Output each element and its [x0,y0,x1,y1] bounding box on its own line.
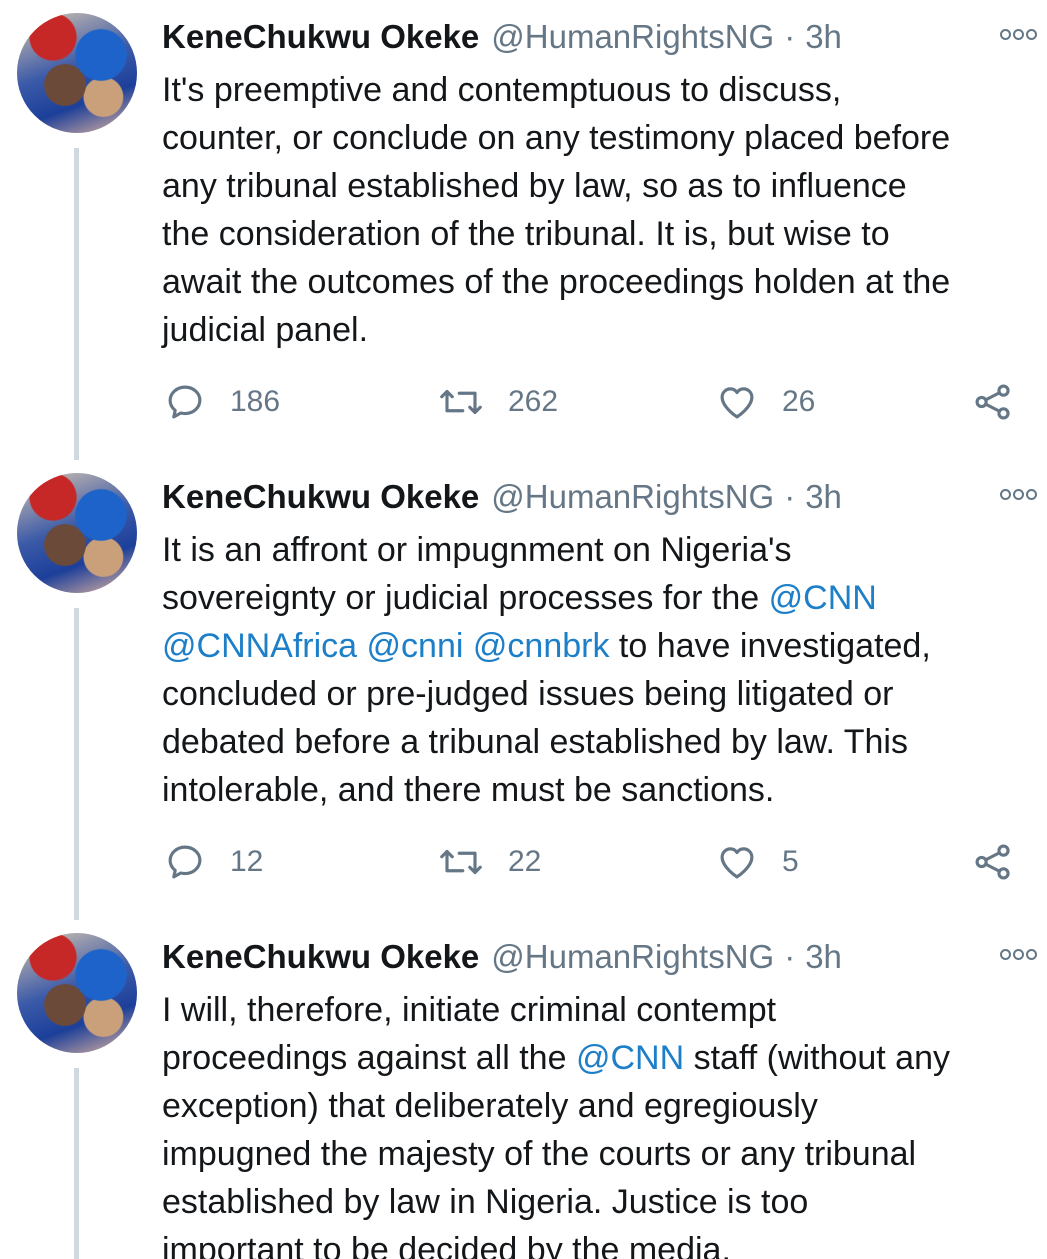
tweet-text-line: await the outcomes of the proceedings ho… [162,258,1032,306]
mention-link[interactable]: @cnnbrk [473,627,610,665]
share-icon [972,841,1014,883]
text-segment: impugned the majesty of the courts or an… [162,1135,917,1173]
heart-icon [716,841,758,883]
tweet-text-line: intolerable, and there must be sanctions… [162,766,1032,814]
text-segment: counter, or conclude on any testimony pl… [162,119,951,157]
more-options-icon[interactable] [1000,489,1037,500]
text-segment: judicial panel. [162,311,369,349]
share-button[interactable] [972,840,1014,884]
avatar[interactable] [17,933,137,1053]
tweet-text-line: It's preemptive and contemptuous to disc… [162,66,1032,114]
tweet-thread: KeneChukwu Okeke @HumanRightsNG · 3h It'… [0,0,1047,1259]
tweet-text-line: established by law in Nigeria. Justice i… [162,1178,1032,1226]
tweet-1[interactable]: KeneChukwu Okeke @HumanRightsNG · 3h It'… [0,0,1047,460]
thread-connector-line [74,1068,79,1259]
mention-link[interactable]: @CNN [576,1039,684,1077]
author-name[interactable]: KeneChukwu Okeke [162,18,479,56]
more-options-icon[interactable] [1000,29,1037,40]
text-segment: I will, therefore, initiate criminal con… [162,991,777,1029]
author-handle[interactable]: @HumanRightsNG [491,18,774,56]
avatar[interactable] [17,13,137,133]
tweet-text-line: concluded or pre-judged issues being lit… [162,670,1032,718]
avatar[interactable] [17,473,137,593]
retweet-button[interactable]: 262 [438,380,558,424]
text-segment: any tribunal established by law, so as t… [162,167,907,205]
heart-icon [716,381,758,423]
tweet-text-line: @CNNAfrica @cnni @cnnbrk to have investi… [162,622,1032,670]
text-segment: It's preemptive and contemptuous to disc… [162,71,842,109]
tweet-text-line: any tribunal established by law, so as t… [162,162,1032,210]
reply-button[interactable]: 12 [164,840,263,884]
text-segment [357,627,366,665]
text-segment: to have investigated, [609,627,931,665]
tweet-text-line: sovereignty or judicial processes for th… [162,574,1032,622]
text-segment: await the outcomes of the proceedings ho… [162,263,951,301]
tweet-time[interactable]: 3h [805,478,842,516]
separator-dot: · [784,18,796,55]
text-segment: intolerable, and there must be sanctions… [162,771,775,809]
tweet-actions: 186 262 26 [160,380,1030,424]
tweet-3[interactable]: KeneChukwu Okeke @HumanRightsNG · 3h I w… [0,920,1047,1259]
text-segment: the consideration of the tribunal. It is… [162,215,890,253]
share-icon [972,381,1014,423]
tweet-text-line: exception) that deliberately and egregio… [162,1082,1032,1130]
tweet-header: KeneChukwu Okeke @HumanRightsNG · 3h [162,477,1027,517]
reply-icon [164,841,206,883]
mention-link[interactable]: @CNN [769,579,877,617]
text-segment: sovereignty or judicial processes for th… [162,579,769,617]
text-segment [463,627,472,665]
tweet-text-line: the consideration of the tribunal. It is… [162,210,1032,258]
tweet-text-line: judicial panel. [162,306,1032,354]
more-options-icon[interactable] [1000,949,1037,960]
tweet-header: KeneChukwu Okeke @HumanRightsNG · 3h [162,17,1027,57]
tweet-text: It's preemptive and contemptuous to disc… [162,66,1032,354]
tweet-text: I will, therefore, initiate criminal con… [162,986,1032,1259]
thread-connector-line [74,608,79,920]
tweet-text-line: proceedings against all the @CNN staff (… [162,1034,1032,1082]
tweet-time[interactable]: 3h [805,18,842,56]
tweet-header: KeneChukwu Okeke @HumanRightsNG · 3h [162,937,1027,977]
author-handle[interactable]: @HumanRightsNG [491,478,774,516]
retweet-button[interactable]: 22 [438,840,541,884]
tweet-text-line: It is an affront or impugnment on Nigeri… [162,526,1032,574]
tweet-text-line: counter, or conclude on any testimony pl… [162,114,1032,162]
text-segment: debated before a tribunal established by… [162,723,908,761]
share-button[interactable] [972,380,1014,424]
like-button[interactable]: 5 [716,840,799,884]
mention-link[interactable]: @cnni [367,627,464,665]
reply-icon [164,381,206,423]
reply-count: 12 [230,845,264,878]
tweet-text-line: important to be decided by the media. [162,1226,1032,1259]
reply-count: 186 [230,385,281,418]
author-name[interactable]: KeneChukwu Okeke [162,938,479,976]
like-count: 5 [782,845,799,878]
tweet-text-line: impugned the majesty of the courts or an… [162,1130,1032,1178]
text-segment: exception) that deliberately and egregio… [162,1087,818,1125]
text-segment: important to be decided by the media. [162,1231,731,1259]
text-segment: proceedings against all the [162,1039,576,1077]
retweet-count: 22 [508,845,542,878]
tweet-text: It is an affront or impugnment on Nigeri… [162,526,1032,814]
separator-dot: · [784,478,796,515]
tweet-actions: 12 22 5 [160,840,1030,884]
text-segment: concluded or pre-judged issues being lit… [162,675,894,713]
like-button[interactable]: 26 [716,380,815,424]
reply-button[interactable]: 186 [164,380,280,424]
like-count: 26 [782,385,816,418]
author-name[interactable]: KeneChukwu Okeke [162,478,479,516]
text-segment: It is an affront or impugnment on Nigeri… [162,531,792,569]
text-segment: established by law in Nigeria. Justice i… [162,1183,809,1221]
text-segment: staff (without any [684,1039,950,1077]
retweet-count: 262 [508,385,559,418]
thread-connector-line [74,148,79,460]
tweet-text-line: I will, therefore, initiate criminal con… [162,986,1032,1034]
retweet-icon [438,381,484,423]
tweet-time[interactable]: 3h [805,938,842,976]
mention-link[interactable]: @CNNAfrica [162,627,357,665]
retweet-icon [438,841,484,883]
author-handle[interactable]: @HumanRightsNG [491,938,774,976]
tweet-text-line: debated before a tribunal established by… [162,718,1032,766]
tweet-2[interactable]: KeneChukwu Okeke @HumanRightsNG · 3h It … [0,460,1047,920]
separator-dot: · [784,938,796,975]
